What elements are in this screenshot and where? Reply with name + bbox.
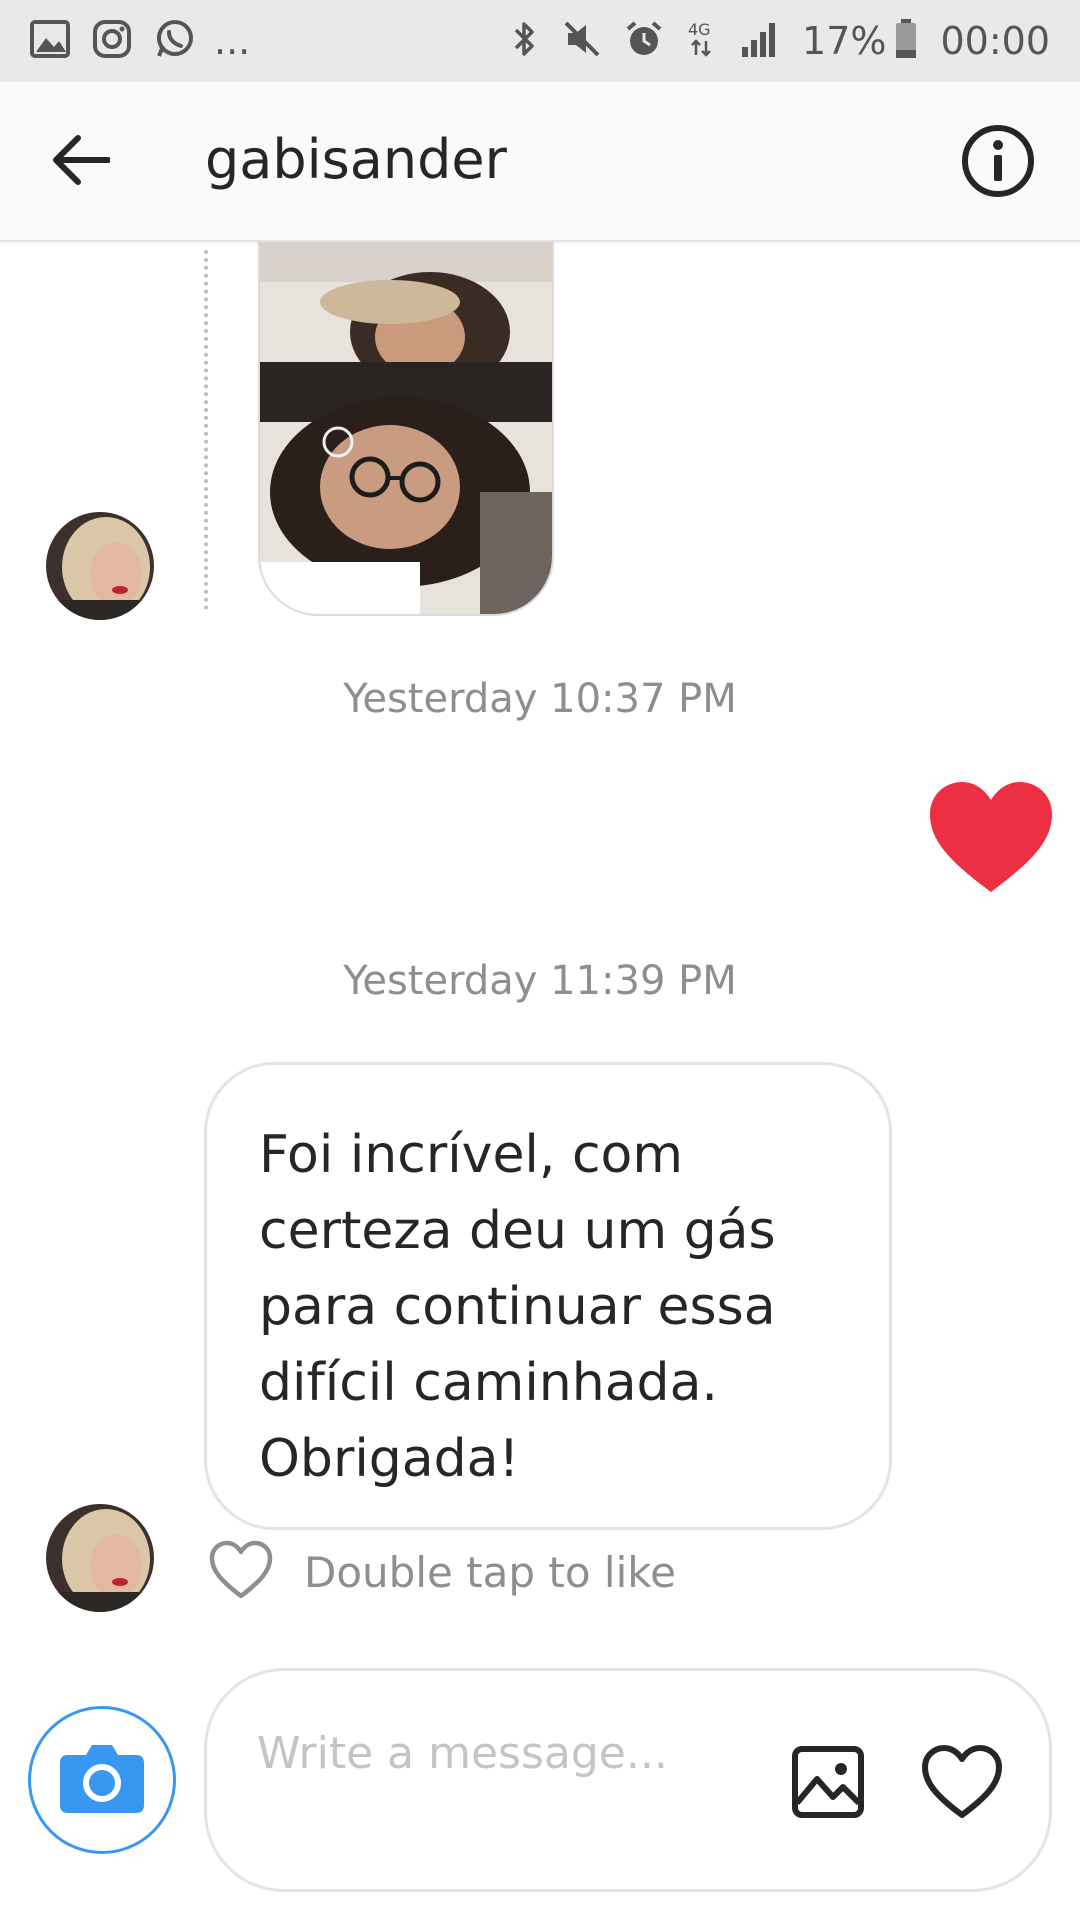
status-time: 00:00 <box>940 19 1050 63</box>
message-line: Foi incrível, com <box>259 1125 683 1185</box>
conversation-title[interactable]: gabisander <box>205 128 507 191</box>
timestamp: Yesterday 11:39 PM <box>343 958 737 1004</box>
message-line: para continuar essa <box>259 1277 776 1337</box>
message-input[interactable] <box>257 1721 757 1861</box>
mute-icon <box>562 19 602 63</box>
image-icon <box>30 20 70 62</box>
back-arrow-icon <box>50 134 111 190</box>
message-text: Foi incrível, com certeza deu um gás par… <box>259 1117 839 1497</box>
status-bar: ... 4G 17% 00:00 <box>0 0 1080 82</box>
camera-button-inner <box>42 1720 162 1840</box>
heart-button[interactable] <box>919 1741 1005 1827</box>
status-overflow: ... <box>214 19 251 63</box>
network-4g-icon: 4G <box>686 19 718 63</box>
bluetooth-icon <box>510 19 540 63</box>
conversation-header: gabisander <box>0 82 1080 242</box>
whatsapp-icon <box>154 18 196 64</box>
heart-icon <box>921 1745 1003 1823</box>
gallery-icon <box>791 1745 865 1823</box>
signal-icon <box>740 19 780 63</box>
like-hint-row: Double tap to like <box>208 1540 676 1604</box>
status-bar-left: ... <box>30 18 250 64</box>
message-bubble[interactable]: Foi incrível, com certeza deu um gás par… <box>204 1062 892 1530</box>
like-hint-text: Double tap to like <box>304 1547 676 1597</box>
back-button[interactable] <box>44 126 116 198</box>
status-bar-right: 4G 17% 00:00 <box>510 18 1050 64</box>
battery-percent: 17% <box>802 19 887 63</box>
avatar[interactable] <box>46 1504 154 1612</box>
sent-heart-icon[interactable] <box>928 780 1054 896</box>
heart-outline-icon[interactable] <box>208 1540 274 1604</box>
battery-icon <box>894 18 918 64</box>
gallery-button[interactable] <box>787 1743 869 1825</box>
svg-text:4G: 4G <box>688 20 711 39</box>
shared-photo[interactable] <box>258 242 554 616</box>
photo-image <box>260 242 552 614</box>
message-line: certeza deu um gás <box>259 1201 776 1261</box>
avatar[interactable] <box>46 512 154 620</box>
thread-connector-line <box>204 250 208 610</box>
camera-icon <box>58 1741 146 1819</box>
instagram-icon <box>92 19 132 63</box>
camera-button[interactable] <box>28 1706 176 1854</box>
message-composer <box>204 1668 1052 1892</box>
info-icon <box>960 123 1036 203</box>
message-line: difícil caminhada. <box>259 1353 718 1413</box>
avatar-image <box>46 512 154 620</box>
alarm-icon <box>624 19 664 63</box>
info-button[interactable] <box>960 125 1036 201</box>
avatar-image <box>46 1504 154 1612</box>
timestamp: Yesterday 10:37 PM <box>343 676 737 722</box>
message-line: Obrigada! <box>259 1429 520 1489</box>
